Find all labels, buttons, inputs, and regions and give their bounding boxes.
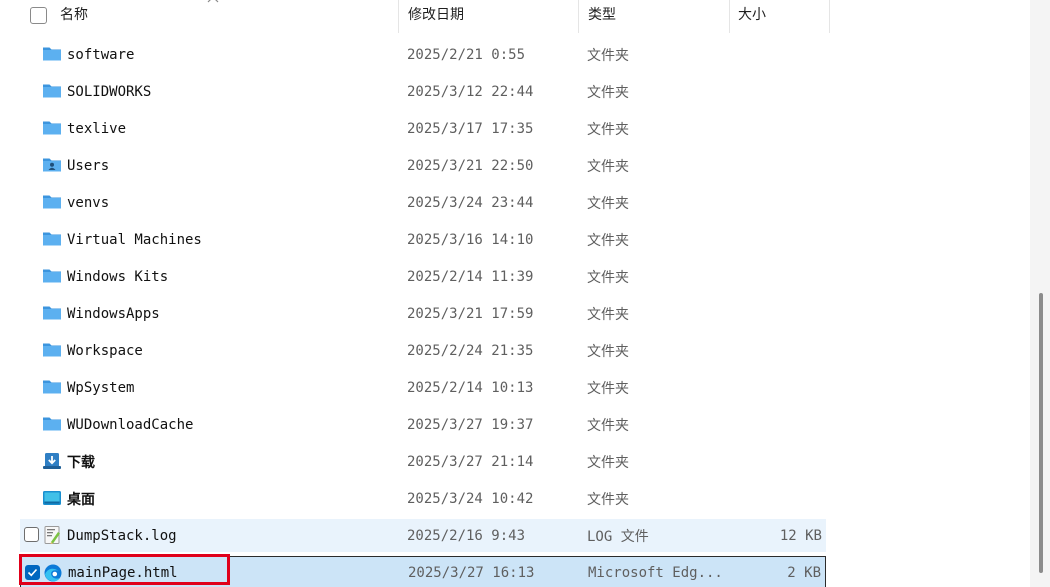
file-type: 文件夹 <box>587 417 629 434</box>
file-name: SOLIDWORKS <box>67 83 152 100</box>
list-item[interactable]: Users 2025/3/21 22:50 文件夹 <box>20 149 826 182</box>
downloads-folder-icon <box>43 453 61 469</box>
file-name: WpSystem <box>67 379 135 396</box>
file-type: 文件夹 <box>587 195 629 212</box>
folder-icon <box>43 195 61 209</box>
column-divider[interactable] <box>398 0 399 33</box>
file-name: DumpStack.log <box>67 527 177 544</box>
column-divider[interactable] <box>829 0 830 33</box>
folder-icon <box>43 84 61 98</box>
date-modified: 2025/3/21 22:50 <box>407 157 534 174</box>
column-header-name[interactable]: 名称 <box>60 0 88 33</box>
column-header-bar: 名称 修改日期 类型 大小 <box>0 0 830 33</box>
column-divider[interactable] <box>729 0 730 33</box>
file-name: Workspace <box>67 342 143 359</box>
list-item[interactable]: WindowsApps 2025/3/21 17:59 文件夹 <box>20 297 826 330</box>
file-name: Windows Kits <box>67 268 169 285</box>
list-item[interactable]: WpSystem 2025/2/14 10:13 文件夹 <box>20 371 826 404</box>
list-item[interactable]: WUDownloadCache 2025/3/27 19:37 文件夹 <box>20 408 826 441</box>
file-type: 文件夹 <box>587 343 629 360</box>
folder-icon <box>43 380 61 394</box>
edge-browser-icon <box>44 564 62 582</box>
column-header-modified[interactable]: 修改日期 <box>408 0 464 33</box>
date-modified: 2025/3/27 21:14 <box>407 453 534 470</box>
file-type: 文件夹 <box>587 84 629 101</box>
date-modified: 2025/2/24 21:35 <box>407 342 534 359</box>
file-type: 文件夹 <box>587 269 629 286</box>
file-type: 文件夹 <box>587 232 629 249</box>
list-item[interactable]: 下载 2025/3/27 21:14 文件夹 <box>20 445 826 478</box>
log-file-icon <box>44 526 60 544</box>
list-item[interactable]: Workspace 2025/2/24 21:35 文件夹 <box>20 334 826 367</box>
date-modified: 2025/3/16 14:10 <box>407 231 534 248</box>
list-item[interactable]: 桌面 2025/3/24 10:42 文件夹 <box>20 482 826 515</box>
file-explorer-view: 名称 修改日期 类型 大小 software 2025/2/21 0:55 文件… <box>0 0 1050 587</box>
date-modified: 2025/3/12 22:44 <box>407 83 534 100</box>
date-modified: 2025/3/27 16:13 <box>408 564 535 581</box>
date-modified: 2025/3/24 23:44 <box>407 194 534 211</box>
checkmark-icon <box>27 568 38 577</box>
file-type: 文件夹 <box>587 121 629 138</box>
list-item[interactable]: DumpStack.log 2025/2/16 9:43 LOG 文件 12 K… <box>20 519 826 552</box>
select-all-checkbox[interactable] <box>30 7 47 24</box>
file-name: WUDownloadCache <box>67 416 194 433</box>
row-checkbox-checked[interactable] <box>25 565 40 580</box>
file-name: WindowsApps <box>67 305 160 322</box>
file-name: software <box>67 46 135 63</box>
folder-icon <box>43 306 61 320</box>
date-modified: 2025/2/14 10:13 <box>407 379 534 396</box>
list-item[interactable]: texlive 2025/3/17 17:35 文件夹 <box>20 112 826 145</box>
scrollbar-thumb[interactable] <box>1039 293 1043 573</box>
row-checkbox[interactable] <box>24 527 39 542</box>
file-type: LOG 文件 <box>587 528 649 545</box>
date-modified: 2025/3/27 19:37 <box>407 416 534 433</box>
file-type: Microsoft Edg... <box>588 564 723 581</box>
folder-icon <box>43 47 61 61</box>
date-modified: 2025/3/17 17:35 <box>407 120 534 137</box>
list-item[interactable]: SOLIDWORKS 2025/3/12 22:44 文件夹 <box>20 75 826 108</box>
column-header-size[interactable]: 大小 <box>738 0 766 33</box>
folder-icon <box>43 121 61 135</box>
list-item-selected[interactable]: mainPage.html 2025/3/27 16:13 Microsoft … <box>20 556 826 587</box>
file-type: 文件夹 <box>587 380 629 397</box>
folder-icon <box>43 269 61 283</box>
users-folder-icon <box>43 158 61 172</box>
list-item[interactable]: Virtual Machines 2025/3/16 14:10 文件夹 <box>20 223 826 256</box>
file-size: 12 KB <box>779 527 822 544</box>
file-type: 文件夹 <box>587 454 629 471</box>
list-item[interactable]: Windows Kits 2025/2/14 11:39 文件夹 <box>20 260 826 293</box>
column-divider[interactable] <box>578 0 579 33</box>
file-name: 下载 <box>67 454 95 471</box>
file-name: mainPage.html <box>68 564 178 581</box>
file-type: 文件夹 <box>587 158 629 175</box>
file-type: 文件夹 <box>587 491 629 508</box>
date-modified: 2025/2/14 11:39 <box>407 268 534 285</box>
file-type: 文件夹 <box>587 306 629 323</box>
sort-ascending-icon[interactable] <box>206 0 220 4</box>
file-name: Users <box>67 157 110 174</box>
list-item[interactable]: software 2025/2/21 0:55 文件夹 <box>20 38 826 71</box>
file-name: 桌面 <box>67 491 95 508</box>
column-header-type[interactable]: 类型 <box>588 0 616 33</box>
folder-icon <box>43 417 61 431</box>
folder-icon <box>43 232 61 246</box>
list-item[interactable]: venvs 2025/3/24 23:44 文件夹 <box>20 186 826 219</box>
folder-icon <box>43 343 61 357</box>
date-modified: 2025/3/21 17:59 <box>407 305 534 322</box>
file-name: venvs <box>67 194 110 211</box>
file-name: texlive <box>67 120 127 137</box>
file-size: 2 KB <box>787 564 821 581</box>
file-name: Virtual Machines <box>67 231 202 248</box>
date-modified: 2025/2/16 9:43 <box>407 527 526 544</box>
date-modified: 2025/3/24 10:42 <box>407 490 534 507</box>
desktop-folder-icon <box>43 491 61 505</box>
date-modified: 2025/2/21 0:55 <box>407 46 526 63</box>
file-type: 文件夹 <box>587 47 629 64</box>
